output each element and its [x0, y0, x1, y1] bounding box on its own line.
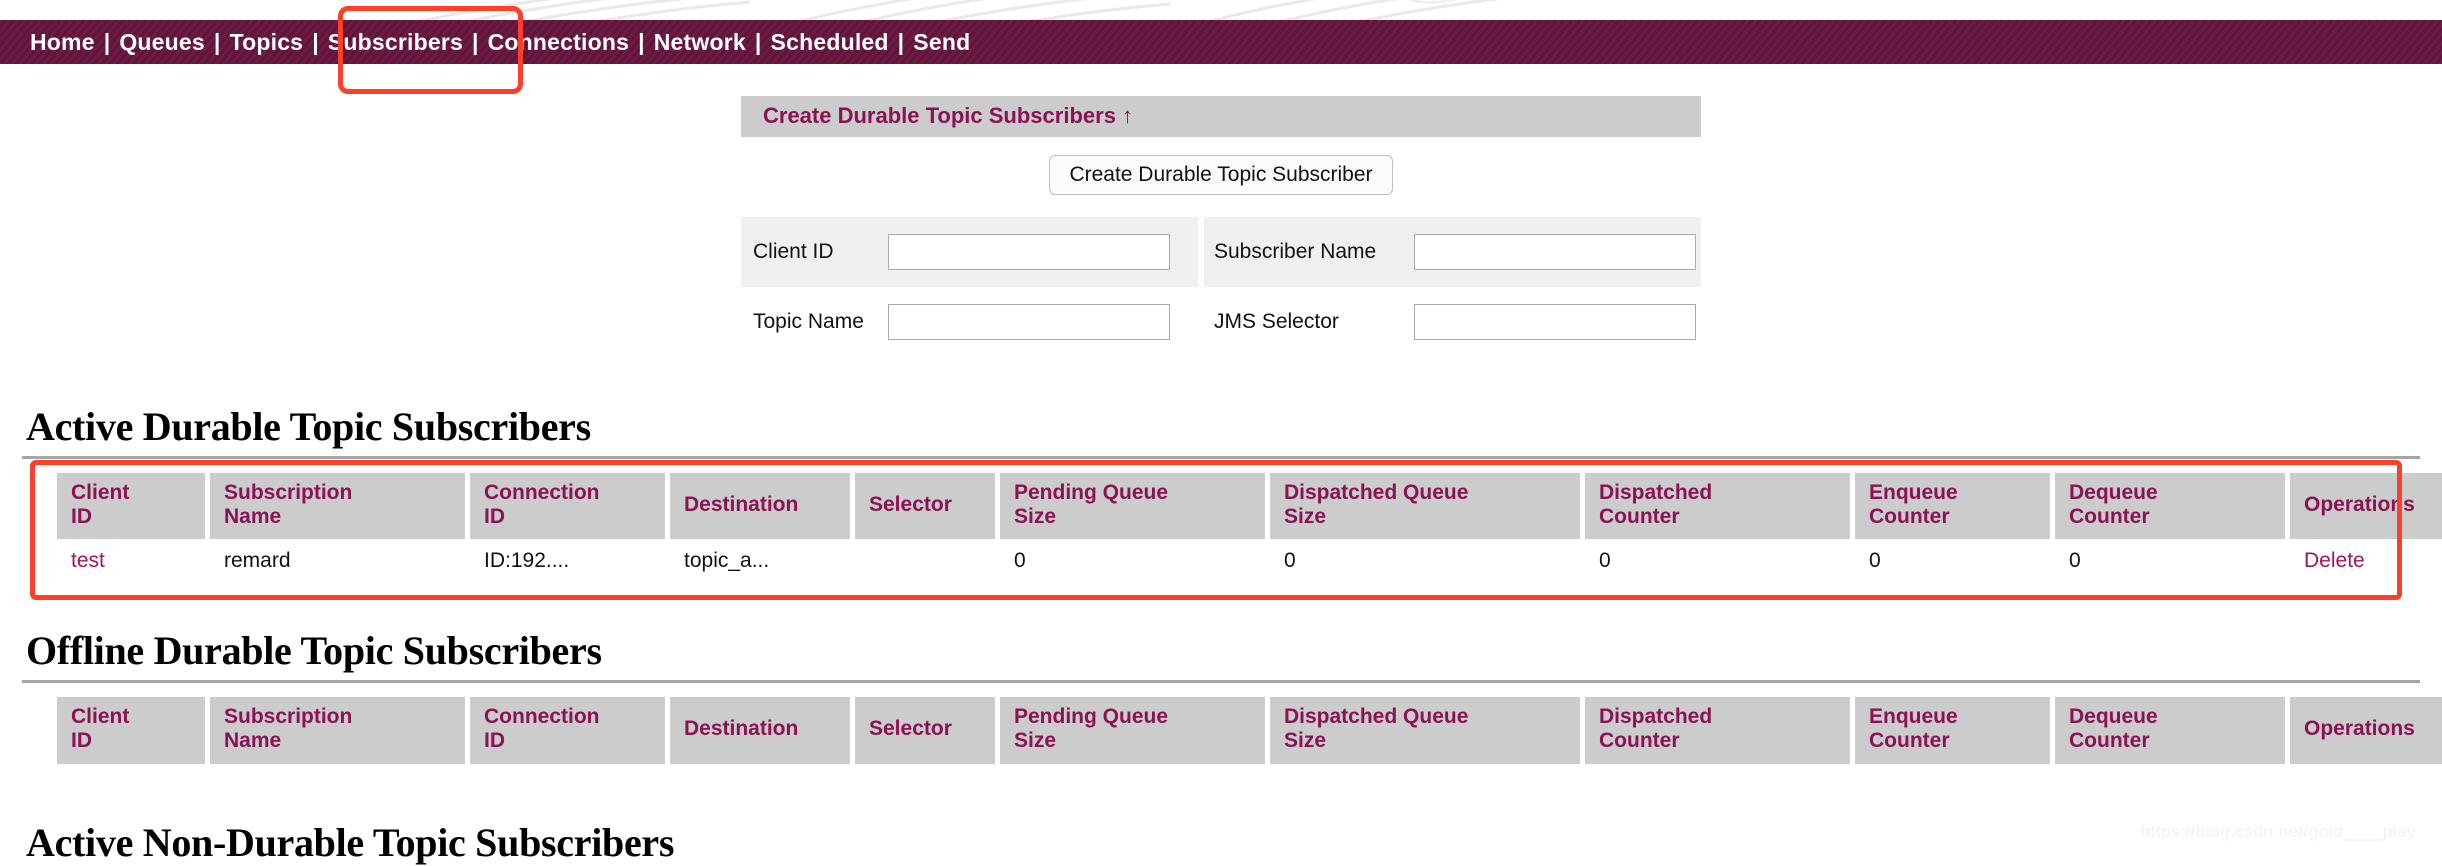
- cell-dequeue-counter: 0: [2055, 539, 2285, 601]
- cell-subscription-name: remard: [210, 539, 465, 601]
- col-pending-queue-size[interactable]: Pending Queue Size: [1000, 473, 1265, 539]
- form-row-client: Client ID Subscriber Name: [741, 217, 1701, 287]
- col-destination[interactable]: Destination: [670, 473, 850, 539]
- nav-item-send[interactable]: Send: [913, 29, 970, 56]
- col-operations[interactable]: Operations: [2290, 473, 2442, 539]
- col-dispatched-queue-size[interactable]: Dispatched Queue Size: [1270, 473, 1580, 539]
- active-durable-table: Client ID Subscription Name Connection I…: [52, 473, 2442, 601]
- cell-dispatched-counter: 0: [1585, 539, 1850, 601]
- page-watermark: https://blog.csdn.net/gold____play: [2141, 822, 2416, 842]
- topic-name-label: Topic Name: [741, 287, 888, 357]
- cell-client-id: test: [57, 539, 205, 601]
- col-connection-id[interactable]: Connection ID: [470, 473, 665, 539]
- offline-durable-section: Offline Durable Topic Subscribers Client…: [0, 627, 2442, 763]
- cell-dispatched-queue-size: 0: [1270, 539, 1580, 601]
- nav-separator: |: [889, 29, 914, 56]
- offline-durable-table-wrap: Client ID Subscription Name Connection I…: [52, 697, 2442, 763]
- col-enqueue-counter[interactable]: Enqueue Counter: [1855, 473, 2050, 539]
- heading-divider: [22, 456, 2420, 459]
- cell-destination: topic_a...: [670, 539, 850, 601]
- col-selector[interactable]: Selector: [855, 697, 995, 763]
- jms-selector-input-cell: [1414, 287, 1701, 357]
- nav-separator: |: [205, 29, 230, 56]
- nav-item-connections[interactable]: Connections: [488, 29, 629, 56]
- col-client-id[interactable]: Client ID: [57, 473, 205, 539]
- col-subscription-name[interactable]: Subscription Name: [210, 697, 465, 763]
- client-id-input[interactable]: [888, 234, 1170, 270]
- table-header-row: Client ID Subscription Name Connection I…: [57, 473, 2442, 539]
- form-row-topic: Topic Name JMS Selector: [741, 287, 1701, 357]
- nav-item-scheduled[interactable]: Scheduled: [771, 29, 889, 56]
- col-selector[interactable]: Selector: [855, 473, 995, 539]
- cell-operations: Delete: [2290, 539, 2442, 601]
- nav-separator: |: [303, 29, 328, 56]
- active-durable-table-wrap: Client ID Subscription Name Connection I…: [52, 473, 2442, 601]
- client-id-label: Client ID: [741, 217, 888, 287]
- offline-durable-heading: Offline Durable Topic Subscribers: [26, 627, 2442, 674]
- nav-separator: |: [95, 29, 120, 56]
- active-durable-section: Active Durable Topic Subscribers Client …: [0, 403, 2442, 601]
- nav-separator: |: [629, 29, 654, 56]
- active-durable-heading: Active Durable Topic Subscribers: [26, 403, 2442, 450]
- col-dequeue-counter[interactable]: Dequeue Counter: [2055, 473, 2285, 539]
- col-dispatched-counter[interactable]: Dispatched Counter: [1585, 697, 1850, 763]
- subscriber-name-label: Subscriber Name: [1204, 217, 1414, 287]
- nav-links: Home | Queues | Topics | Subscribers | C…: [30, 29, 970, 56]
- nav-separator: |: [463, 29, 488, 56]
- nav-item-queues[interactable]: Queues: [119, 29, 205, 56]
- cell-pending-queue-size: 0: [1000, 539, 1265, 601]
- col-subscription-name[interactable]: Subscription Name: [210, 473, 465, 539]
- offline-durable-table: Client ID Subscription Name Connection I…: [52, 697, 2442, 763]
- col-dequeue-counter[interactable]: Dequeue Counter: [2055, 697, 2285, 763]
- create-section-title: Create Durable Topic Subscribers ↑: [741, 96, 1701, 137]
- nav-item-subscribers[interactable]: Subscribers: [328, 29, 463, 56]
- create-subscriber-section: Create Durable Topic Subscribers ↑ Creat…: [0, 96, 2442, 357]
- topic-name-input[interactable]: [888, 304, 1170, 340]
- create-button-row: Create Durable Topic Subscriber: [1049, 155, 1392, 195]
- active-non-durable-heading: Active Non-Durable Topic Subscribers: [26, 819, 2442, 866]
- nav-item-topics[interactable]: Topics: [230, 29, 304, 56]
- cell-selector: [855, 539, 995, 601]
- nav-item-network[interactable]: Network: [654, 29, 746, 56]
- client-id-link[interactable]: test: [71, 549, 105, 572]
- jms-selector-input[interactable]: [1414, 304, 1696, 340]
- col-enqueue-counter[interactable]: Enqueue Counter: [1855, 697, 2050, 763]
- nav-item-home[interactable]: Home: [30, 29, 95, 56]
- jms-selector-label: JMS Selector: [1204, 287, 1414, 357]
- subscriber-name-input-cell: [1414, 217, 1701, 287]
- top-banner: [0, 0, 2442, 20]
- col-pending-queue-size[interactable]: Pending Queue Size: [1000, 697, 1265, 763]
- client-id-input-cell: [888, 217, 1198, 287]
- delete-link[interactable]: Delete: [2304, 549, 2365, 572]
- col-dispatched-counter[interactable]: Dispatched Counter: [1585, 473, 1850, 539]
- nav-separator: |: [746, 29, 771, 56]
- col-connection-id[interactable]: Connection ID: [470, 697, 665, 763]
- table-row: test remard ID:192.... topic_a... 0 0 0 …: [57, 539, 2442, 601]
- active-non-durable-section: Active Non-Durable Topic Subscribers: [0, 819, 2442, 866]
- activemq-feather-logo: [360, 0, 1560, 20]
- col-operations[interactable]: Operations: [2290, 697, 2442, 763]
- main-navigation: Home | Queues | Topics | Subscribers | C…: [0, 20, 2442, 64]
- col-client-id[interactable]: Client ID: [57, 697, 205, 763]
- heading-divider: [22, 680, 2420, 683]
- subscriber-name-input[interactable]: [1414, 234, 1696, 270]
- col-destination[interactable]: Destination: [670, 697, 850, 763]
- cell-connection-id: ID:192....: [470, 539, 665, 601]
- topic-name-input-cell: [888, 287, 1198, 357]
- create-durable-topic-subscriber-button[interactable]: Create Durable Topic Subscriber: [1049, 155, 1392, 195]
- create-subscriber-form: Client ID Subscriber Name Topic Name JMS…: [741, 217, 1701, 357]
- cell-enqueue-counter: 0: [1855, 539, 2050, 601]
- col-dispatched-queue-size[interactable]: Dispatched Queue Size: [1270, 697, 1580, 763]
- table-header-row: Client ID Subscription Name Connection I…: [57, 697, 2442, 763]
